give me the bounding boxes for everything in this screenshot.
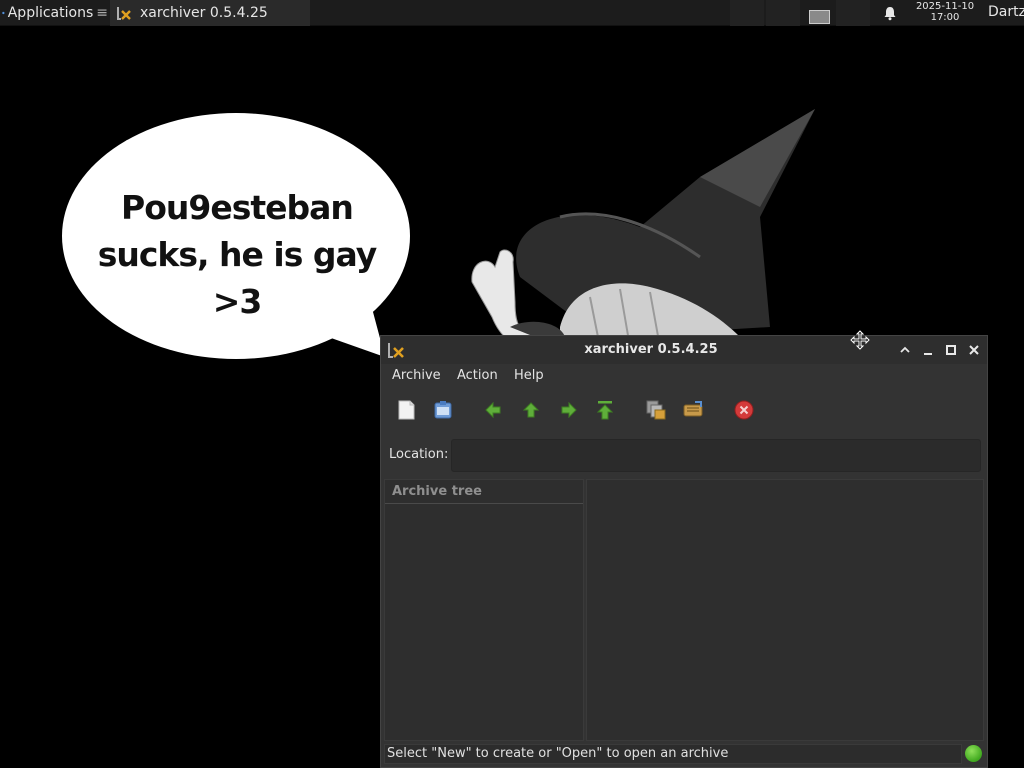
panel-spacer [836, 0, 870, 26]
speech-bubble-line-1: Pou9esteban [121, 188, 354, 227]
menubar: Archive Action Help [381, 364, 987, 388]
applications-label: Applications [7, 5, 94, 21]
window-shade-button[interactable] [898, 343, 912, 357]
location-input[interactable] [451, 439, 981, 472]
up-arrow-icon[interactable] [519, 398, 543, 422]
menu-separator-icon: ≡ [96, 5, 108, 21]
xfce-logo-icon [2, 11, 5, 15]
top-panel: Applications ≡ xarchiver 0.5.4.25 2025-1… [0, 0, 1024, 26]
toolbar [381, 392, 987, 432]
archive-file-list[interactable] [586, 479, 984, 741]
window-maximize-button[interactable] [944, 343, 958, 357]
show-desktop-button[interactable] [809, 10, 830, 24]
home-icon[interactable] [593, 398, 617, 422]
panel-spacer [766, 0, 800, 26]
location-label: Location: [389, 447, 449, 462]
xarchiver-window: xarchiver 0.5.4.25 Archive Action Help L… [380, 335, 988, 768]
menu-archive[interactable]: Archive [392, 368, 441, 383]
speech-bubble-line-2: sucks, he is gay >3 [97, 235, 378, 321]
menu-action[interactable]: Action [457, 368, 498, 383]
applications-menu-button[interactable]: Applications ≡ [0, 0, 108, 26]
taskbar-item-label: xarchiver 0.5.4.25 [140, 5, 268, 21]
panel-spacer [730, 0, 764, 26]
taskbar-item-xarchiver[interactable]: xarchiver 0.5.4.25 [110, 0, 310, 26]
notification-bell-icon[interactable] [882, 5, 898, 21]
add-files-icon[interactable] [681, 398, 705, 422]
stop-icon[interactable] [732, 398, 756, 422]
window-close-button[interactable] [967, 343, 981, 357]
user-menu[interactable]: Dartz [988, 4, 1024, 20]
xarchiver-app-icon [117, 7, 131, 20]
speech-bubble-text: Pou9esteban sucks, he is gay >3 [72, 184, 402, 325]
new-archive-icon[interactable] [394, 398, 418, 422]
window-titlebar[interactable]: xarchiver 0.5.4.25 [381, 336, 987, 364]
move-cursor-icon [850, 330, 870, 350]
extract-icon[interactable] [644, 398, 668, 422]
back-arrow-icon[interactable] [482, 398, 506, 422]
status-indicator-icon [965, 745, 982, 762]
archive-tree-header[interactable]: Archive tree [385, 480, 583, 504]
location-bar: Location: [381, 436, 987, 476]
open-archive-icon[interactable] [431, 398, 455, 422]
menu-help[interactable]: Help [514, 368, 544, 383]
window-title: xarchiver 0.5.4.25 [584, 342, 718, 357]
clock-date: 2025-11-10 [915, 1, 975, 12]
window-minimize-button[interactable] [921, 343, 935, 357]
panel-clock[interactable]: 2025-11-10 17:00 [908, 1, 982, 23]
status-bar: Select "New" to create or "Open" to open… [384, 744, 962, 764]
clock-time: 17:00 [930, 12, 960, 23]
forward-arrow-icon[interactable] [556, 398, 580, 422]
archive-tree-pane[interactable]: Archive tree [384, 479, 584, 741]
